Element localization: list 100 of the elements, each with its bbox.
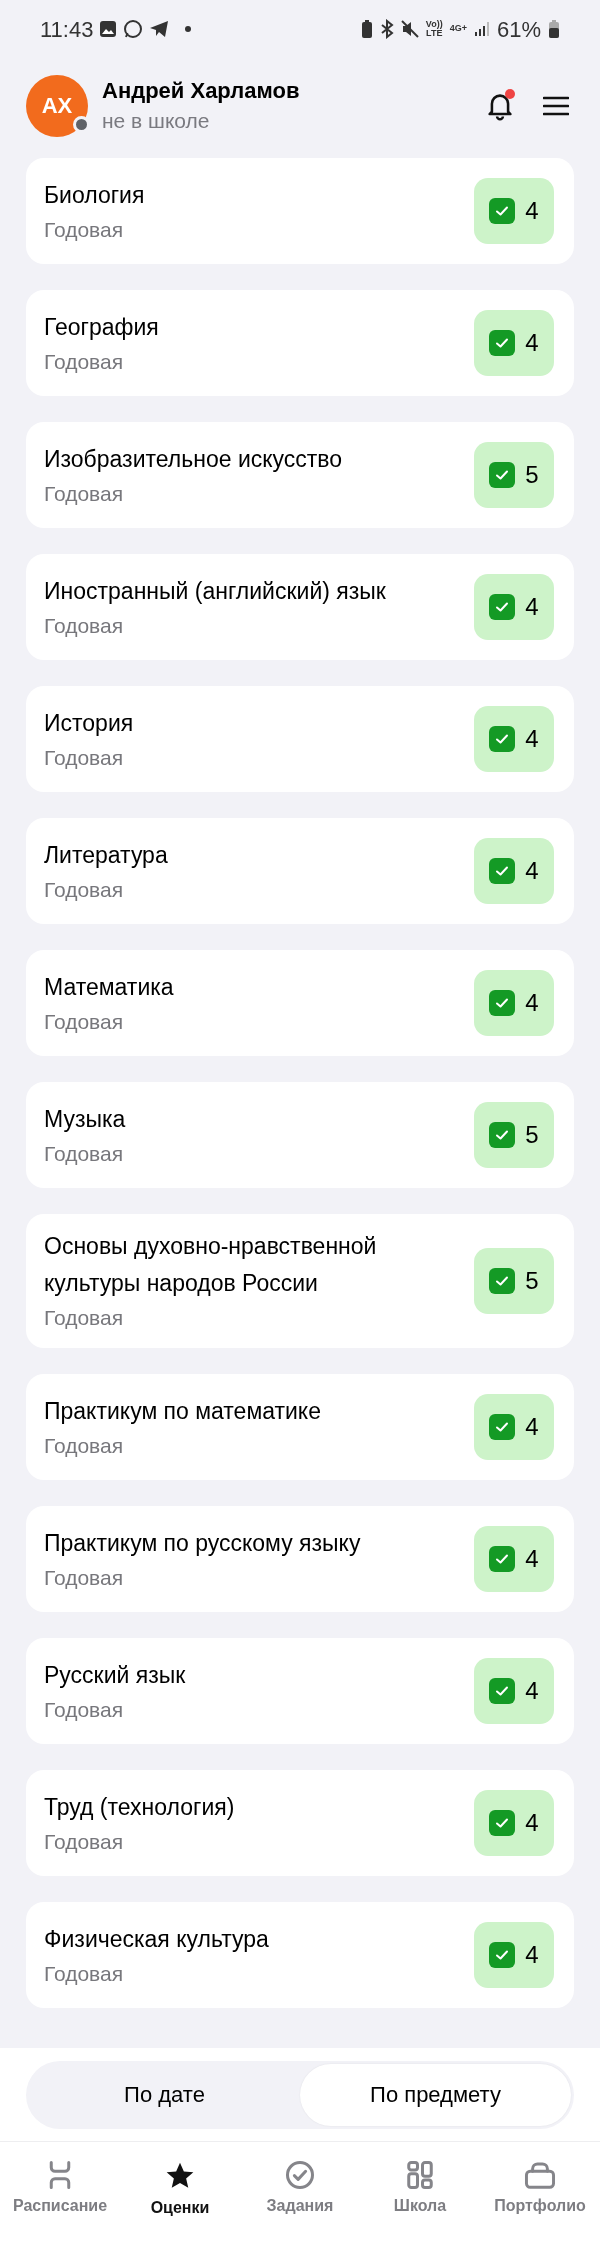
grade-value: 4	[525, 856, 539, 886]
subject-card[interactable]: География Годовая 4	[26, 290, 574, 396]
subject-card[interactable]: Практикум по математике Годовая 4	[26, 1374, 574, 1480]
volte-label: Vo))	[425, 20, 443, 29]
grade-value: 4	[525, 724, 539, 754]
user-name: Андрей Харламов	[102, 76, 301, 105]
subject-name: Физическая культура	[44, 1924, 270, 1954]
sort-tab[interactable]: По предмету	[300, 2063, 571, 2126]
grade-value: 4	[525, 328, 539, 358]
subject-card[interactable]: Изобразительное искусство Годовая 5	[26, 422, 574, 528]
subject-card[interactable]: История Годовая 4	[26, 686, 574, 792]
grade-badge[interactable]: 5	[474, 442, 554, 508]
subject-name: Иностранный (английский) язык	[44, 576, 387, 606]
grade-badge[interactable]: 4	[474, 1922, 554, 1988]
grade-period: Годовая	[44, 1960, 125, 1987]
grade-period: Годовая	[44, 348, 125, 375]
check-square-icon	[489, 462, 516, 488]
check-square-icon	[489, 726, 516, 752]
gallery-icon	[99, 20, 118, 38]
grade-period: Годовая	[44, 876, 125, 903]
grade-period: Годовая	[44, 1828, 125, 1855]
grade-badge[interactable]: 4	[474, 1394, 554, 1460]
network-label: 4G+	[449, 22, 467, 36]
bag-icon	[524, 2160, 556, 2190]
subject-card[interactable]: Музыка Годовая 5	[26, 1082, 574, 1188]
grade-period: Годовая	[44, 1140, 125, 1167]
grade-value: 5	[525, 1266, 539, 1296]
status-time: 11:43	[40, 15, 94, 44]
subject-name: Русский язык	[44, 1660, 187, 1690]
subject-name: Практикум по русскому языку	[44, 1528, 362, 1558]
grade-value: 4	[525, 1940, 539, 1970]
check-square-icon	[489, 858, 516, 884]
check-square-icon	[489, 1942, 516, 1968]
grade-badge[interactable]: 5	[474, 1248, 554, 1314]
grade-badge[interactable]: 5	[474, 1102, 554, 1168]
grade-badge[interactable]: 4	[474, 1526, 554, 1592]
grade-value: 5	[525, 460, 539, 490]
subject-name: Математика	[44, 972, 175, 1002]
subject-card[interactable]: Биология Годовая 4	[26, 158, 574, 264]
subject-card[interactable]: Математика Годовая 4	[26, 950, 574, 1056]
grade-badge[interactable]: 4	[474, 1658, 554, 1724]
grade-badge[interactable]: 4	[474, 1790, 554, 1856]
grade-badge[interactable]: 4	[474, 178, 554, 244]
subject-card[interactable]: Основы духовно-нравственной культуры народов России Годовая 5	[26, 1214, 574, 1348]
check-square-icon	[489, 1810, 516, 1836]
check-square-icon	[489, 198, 516, 224]
subject-card[interactable]: Физическая культура Годовая 4	[26, 1902, 574, 2008]
subject-name: География	[44, 312, 160, 342]
nav-tab[interactable]: Задания	[240, 2160, 360, 2218]
subject-name: Литература	[44, 840, 169, 870]
grade-badge[interactable]: 4	[474, 838, 554, 904]
nav-tab[interactable]: Школа	[360, 2160, 480, 2218]
grade-value: 4	[525, 592, 539, 622]
grade-badge[interactable]: 4	[474, 574, 554, 640]
grade-period: Годовая	[44, 480, 125, 507]
subject-name: Музыка	[44, 1104, 127, 1134]
check-square-icon	[489, 1122, 516, 1148]
grade-value: 4	[525, 988, 539, 1018]
check-square-icon	[489, 1546, 516, 1572]
tiles-icon	[405, 2160, 435, 2190]
check-square-icon	[489, 1414, 516, 1440]
grade-badge[interactable]: 4	[474, 310, 554, 376]
grade-period: Годовая	[44, 1564, 125, 1591]
check-square-icon	[489, 330, 516, 356]
subject-card[interactable]: Литература Годовая 4	[26, 818, 574, 924]
subject-card[interactable]: Иностранный (английский) язык Годовая 4	[26, 554, 574, 660]
subject-card[interactable]: Русский язык Годовая 4	[26, 1638, 574, 1744]
chat-icon	[123, 19, 144, 39]
paper-plane-icon	[149, 20, 170, 38]
nav-tab[interactable]: Оценки	[120, 2160, 240, 2220]
signal-icon	[473, 21, 490, 37]
nav-tab[interactable]: Портфолио	[480, 2160, 600, 2218]
check-square-icon	[489, 990, 516, 1016]
grade-period: Годовая	[44, 1696, 125, 1723]
grade-period: Годовая	[44, 1305, 125, 1331]
subject-name: Биология	[44, 180, 146, 210]
grade-value: 5	[525, 1120, 539, 1150]
check-square-icon	[489, 1678, 516, 1704]
subject-card[interactable]: Практикум по русскому языку Годовая 4	[26, 1506, 574, 1612]
grade-period: Годовая	[44, 216, 125, 243]
grade-value: 4	[525, 1808, 539, 1838]
grade-value: 4	[525, 1676, 539, 1706]
grade-period: Годовая	[44, 612, 125, 639]
grade-badge[interactable]: 4	[474, 706, 554, 772]
check-square-icon	[489, 1268, 516, 1294]
grade-value: 4	[525, 196, 539, 226]
menu-icon	[543, 95, 569, 116]
bluetooth-icon	[379, 19, 394, 39]
sort-tab[interactable]: По дате	[29, 2063, 300, 2126]
user-status: не в школе	[102, 107, 211, 134]
check-square-icon	[489, 594, 516, 620]
nav-tab[interactable]: Расписание	[0, 2160, 120, 2218]
subject-name: Основы духовно-нравственной культуры народов России	[44, 1232, 378, 1298]
grade-period: Годовая	[44, 744, 125, 771]
battery-saver-icon	[360, 19, 373, 39]
subject-name: Труд (технология)	[44, 1792, 236, 1822]
volte-label: LTE	[426, 29, 443, 38]
mute-icon	[400, 20, 419, 38]
subject-card[interactable]: Труд (технология) Годовая 4	[26, 1770, 574, 1876]
grade-badge[interactable]: 4	[474, 970, 554, 1036]
